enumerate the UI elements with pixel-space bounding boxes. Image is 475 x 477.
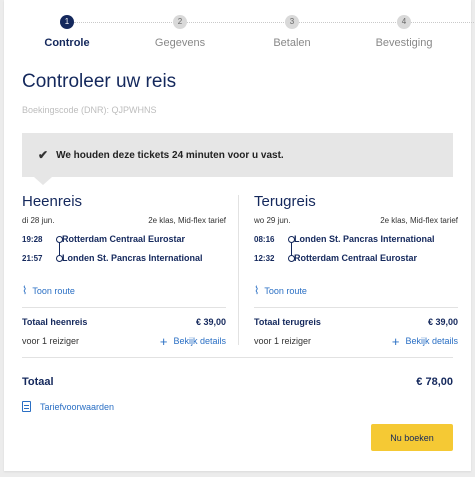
inbound-meta: wo 29 jun. 2e klas, Mid-flex tarief <box>254 216 458 225</box>
inbound-fare: 2e klas, Mid-flex tarief <box>380 216 458 225</box>
grand-total: Totaal € 78,00 <box>22 376 453 388</box>
outbound-fare: 2e klas, Mid-flex tarief <box>148 216 226 225</box>
inbound-total-label: Totaal terugreis <box>254 317 321 327</box>
arrival-station: Londen St. Pancras International <box>62 253 203 263</box>
outbound-subrow: voor 1 reiziger + Bekijk details <box>22 333 226 349</box>
terms-link[interactable]: Tariefvoorwaarden <box>22 401 114 412</box>
divider <box>22 307 226 308</box>
arrival-time: 21:57 <box>22 254 43 263</box>
hold-notice: ✔ We houden deze tickets 24 minuten voor… <box>22 133 453 177</box>
arrival-time: 12:32 <box>254 254 275 263</box>
outbound-details-link[interactable]: + Bekijk details <box>159 333 226 349</box>
plus-icon: + <box>391 333 400 349</box>
page-title: Controleer uw reis <box>22 71 177 92</box>
details-link-label: Bekijk details <box>405 336 458 346</box>
outbound-journey: Heenreis di 28 jun. 2e klas, Mid-flex ta… <box>22 193 226 349</box>
inbound-heading: Terugreis <box>254 193 316 210</box>
inbound-total-price: € 39,00 <box>427 317 458 327</box>
booking-code: Boekingscode (DNR): QJPWHNS <box>22 105 157 115</box>
step-number: 1 <box>60 15 74 29</box>
departure-station: Londen St. Pancras International <box>294 234 435 244</box>
step-bevestiging[interactable]: 4 Bevestiging <box>349 15 459 49</box>
departure-station: Rotterdam Centraal Eurostar <box>62 234 186 244</box>
route-link-label: Toon route <box>32 285 75 296</box>
outbound-date: di 28 jun. <box>22 216 55 225</box>
grand-total-label: Totaal <box>22 376 54 388</box>
step-label: Controle <box>44 37 90 49</box>
summary-divider <box>22 357 453 358</box>
outbound-total: Totaal heenreis € 39,00 <box>22 317 226 327</box>
outbound-stops: 19:28 Rotterdam Centraal Eurostar 21:57 Lo… <box>22 234 226 274</box>
booking-review-card: 1 Controle 2 Gegevens 3 Betalen 4 Bevest… <box>4 0 474 471</box>
notice-pointer <box>34 177 52 185</box>
check-icon: ✔ <box>38 148 49 162</box>
progress-stepper: 1 Controle 2 Gegevens 3 Betalen 4 Bevest… <box>4 0 474 60</box>
inbound-date: wo 29 jun. <box>254 216 291 225</box>
departure-time: 19:28 <box>22 235 43 244</box>
step-label: Betalen <box>273 37 311 49</box>
step-betalen[interactable]: 3 Betalen <box>237 15 347 49</box>
step-number: 4 <box>397 15 411 29</box>
column-divider <box>238 195 239 345</box>
inbound-travellers: voor 1 reiziger <box>254 336 312 346</box>
inbound-route-link[interactable]: ⌇ Toon route <box>254 284 458 297</box>
route-icon: ⌇ <box>22 285 28 297</box>
route-link-label: Toon route <box>264 285 307 296</box>
details-link-label: Bekijk details <box>173 336 226 346</box>
inbound-details-link[interactable]: + Bekijk details <box>391 333 458 349</box>
outbound-total-price: € 39,00 <box>195 317 226 327</box>
inbound-subrow: voor 1 reiziger + Bekijk details <box>254 333 458 349</box>
step-label: Bevestiging <box>375 37 433 49</box>
route-icon: ⌇ <box>254 285 260 297</box>
outbound-departure: 19:28 Rotterdam Centraal Eurostar <box>22 234 185 244</box>
outbound-arrival: 21:57 Londen St. Pancras International <box>22 253 203 263</box>
inbound-arrival: 12:32 Rotterdam Centraal Eurostar <box>254 253 417 263</box>
outbound-meta: di 28 jun. 2e klas, Mid-flex tarief <box>22 216 226 225</box>
outbound-travellers: voor 1 reiziger <box>22 336 80 346</box>
terms-link-label: Tariefvoorwaarden <box>40 401 115 412</box>
arrival-station: Rotterdam Centraal Eurostar <box>294 253 418 263</box>
outbound-heading: Heenreis <box>22 193 83 210</box>
inbound-departure: 08:16 Londen St. Pancras International <box>254 234 435 244</box>
step-number: 2 <box>173 15 187 29</box>
grand-total-price: € 78,00 <box>416 376 453 388</box>
step-gegevens[interactable]: 2 Gegevens <box>125 15 235 49</box>
step-number: 3 <box>285 15 299 29</box>
inbound-stops: 08:16 Londen St. Pancras International 12… <box>254 234 458 274</box>
step-label: Gegevens <box>154 37 206 49</box>
hold-notice-text: We houden deze tickets 24 minuten voor u… <box>56 149 284 161</box>
inbound-total: Totaal terugreis € 39,00 <box>254 317 458 327</box>
departure-time: 08:16 <box>254 235 275 244</box>
inbound-journey: Terugreis wo 29 jun. 2e klas, Mid-flex t… <box>254 193 458 349</box>
plus-icon: + <box>159 333 168 349</box>
step-controle: 1 Controle <box>12 15 122 49</box>
book-now-button[interactable]: Nu boeken <box>371 424 453 451</box>
outbound-route-link[interactable]: ⌇ Toon route <box>22 284 226 297</box>
outbound-total-label: Totaal heenreis <box>22 317 88 327</box>
document-icon <box>22 401 31 412</box>
divider <box>254 307 458 308</box>
